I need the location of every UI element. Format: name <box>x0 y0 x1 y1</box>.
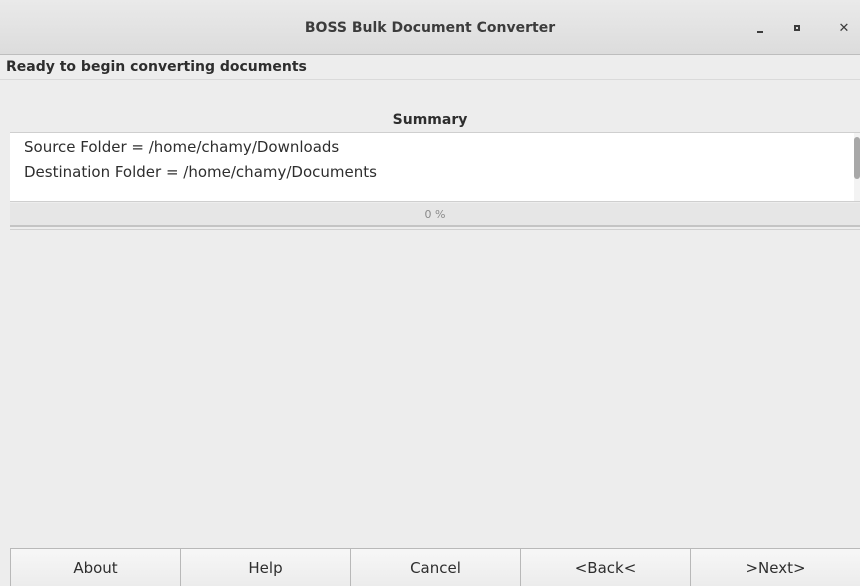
progress-bar: 0 % <box>10 203 860 227</box>
summary-scrollbar[interactable] <box>854 133 860 201</box>
back-button[interactable]: <Back< <box>521 549 691 586</box>
title-bar[interactable]: BOSS Bulk Document Converter ✕ <box>0 0 860 55</box>
minimize-icon <box>757 31 763 33</box>
close-button[interactable]: ✕ <box>834 18 854 38</box>
minimize-button[interactable] <box>750 18 770 38</box>
about-button[interactable]: About <box>10 549 181 586</box>
log-area[interactable] <box>10 229 860 548</box>
progress-text: 0 % <box>424 208 446 221</box>
button-bar: About Help Cancel <Back< >Next> <box>10 548 860 586</box>
summary-source-folder: Source Folder = /home/chamy/Downloads <box>24 138 340 156</box>
app-window: BOSS Bulk Document Converter ✕ Ready to … <box>0 0 860 586</box>
summary-title: Summary <box>392 112 468 128</box>
summary-text-area[interactable]: Source Folder = /home/chamy/Downloads De… <box>10 132 860 202</box>
maximize-icon <box>794 25 800 31</box>
help-button[interactable]: Help <box>181 549 351 586</box>
next-button[interactable]: >Next> <box>691 549 860 586</box>
scrollbar-thumb[interactable] <box>854 137 860 179</box>
status-text: Ready to begin converting documents <box>6 59 307 75</box>
summary-destination-folder: Destination Folder = /home/chamy/Documen… <box>24 163 377 181</box>
divider <box>0 79 860 80</box>
close-icon: ✕ <box>838 20 850 36</box>
window-title: BOSS Bulk Document Converter <box>304 20 556 36</box>
maximize-button[interactable] <box>787 18 807 38</box>
cancel-button[interactable]: Cancel <box>351 549 521 586</box>
